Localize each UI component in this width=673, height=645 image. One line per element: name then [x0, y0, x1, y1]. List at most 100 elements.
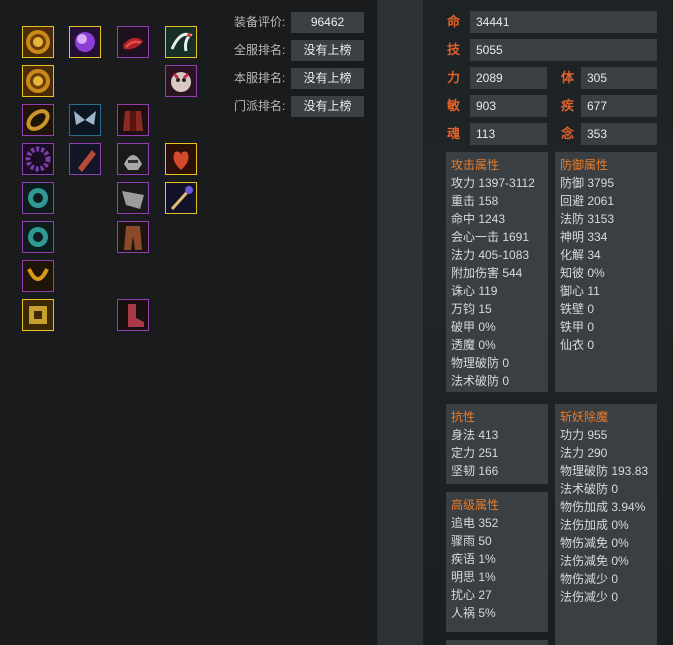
attack-attribute-row: 命中 1243 [451, 212, 506, 226]
attack-attribute-row: 会心一击 1691 [451, 230, 530, 244]
stat-value-str: 2089 [470, 67, 547, 89]
rank-value-sect: 没有上榜 [291, 96, 364, 117]
stat-value-soul: 113 [470, 123, 547, 145]
defense-attribute-row: 铁甲 0 [560, 320, 595, 334]
attributes-panel: 命 34441 技 5055 力 2089 体 305 敏 903 疾 677 … [423, 0, 673, 645]
jade-ring-icon[interactable] [22, 182, 54, 214]
attack-attribute-row: 重击 158 [451, 194, 499, 208]
rank-label-server-local: 本服排名: [234, 71, 286, 85]
attack-attribute-row: 诛心 119 [451, 284, 498, 298]
resist-attribute-row: 坚韧 166 [451, 464, 499, 478]
white-crane-icon[interactable] [165, 26, 197, 58]
stat-label-skill: 技 [447, 42, 461, 57]
stat-label-soul: 魂 [447, 126, 461, 141]
defense-attributes-box: 防御属性 防御 3795 回避 2061 法防 3153 神明 334 化解 3… [555, 152, 657, 392]
red-amulet-icon[interactable] [165, 143, 197, 175]
equipment-panel: 装备评价: 96462 全服排名: 没有上榜 本服排名: 没有上榜 门派排名: … [0, 0, 377, 645]
demon-slaying-row: 物伤加成 3.94% [560, 500, 646, 514]
purple-bead-ring-icon[interactable] [22, 143, 54, 175]
attack-attribute-row: 附加伤害 544 [451, 266, 523, 280]
defense-attribute-row: 知彼 0% [560, 266, 605, 280]
stat-value-mind: 353 [581, 123, 657, 145]
rank-label-score: 装备评价: [234, 15, 286, 29]
defense-attribute-row: 防御 3795 [560, 176, 615, 190]
red-boots-icon[interactable] [117, 299, 149, 331]
demon-slaying-row: 法力 290 [560, 446, 608, 460]
advanced-attribute-row: 人祸 5% [451, 606, 496, 620]
demon-slaying-row: 法术破防 0 [560, 482, 619, 496]
attack-attribute-row: 法力 405-1083 [451, 248, 530, 262]
attack-attribute-row: 攻力 1397-3112 [451, 176, 535, 190]
defense-attribute-row: 御心 11 [560, 284, 600, 298]
rank-value-server-local: 没有上榜 [291, 68, 364, 89]
attack-attribute-row: 万钧 15 [451, 302, 492, 316]
brown-pants-icon[interactable] [117, 221, 149, 253]
resist-attribute-row: 身法 413 [451, 428, 499, 442]
advanced-attribute-row: 骤雨 50 [451, 534, 492, 548]
silver-shoulder-icon[interactable] [117, 182, 149, 214]
demon-slaying-row: 法伤减少 0 [560, 590, 619, 604]
red-armor-icon[interactable] [117, 104, 149, 136]
gold-rune-icon[interactable] [22, 299, 54, 331]
demon-slaying-row: 物伤减少 0 [560, 572, 619, 586]
stat-value-skill: 5055 [470, 39, 657, 61]
red-scarf-icon[interactable] [117, 26, 149, 58]
panel-separator [379, 0, 423, 645]
attack-attribute-row: 透魔 0% [451, 338, 496, 352]
rank-value-server-all: 没有上榜 [291, 40, 364, 61]
attack-attributes-box: 攻击属性 攻力 1397-3112 重击 158 命中 1243 会心一击 16… [446, 152, 548, 392]
demon-slaying-title: 斩妖除魔 [560, 410, 609, 424]
attack-attributes-title: 攻击属性 [451, 158, 500, 172]
defense-attribute-row: 法防 3153 [560, 212, 615, 226]
stat-label-agi: 敏 [447, 98, 461, 113]
defense-attribute-row: 化解 34 [560, 248, 601, 262]
next-attributes-box [446, 640, 548, 645]
advanced-attributes-title: 高级属性 [451, 498, 500, 512]
stat-label-mind: 念 [561, 126, 575, 141]
fox-pet-icon[interactable] [165, 65, 197, 97]
rank-value-score: 96462 [291, 12, 364, 33]
advanced-attribute-row: 疾语 1% [451, 552, 496, 566]
stat-value-spd: 677 [581, 95, 657, 117]
stat-label-hp: 命 [447, 14, 461, 29]
defense-attributes-title: 防御属性 [560, 158, 609, 172]
demon-slaying-row: 法伤加成 0% [560, 518, 629, 532]
gold-belt-icon[interactable] [22, 104, 54, 136]
stat-label-str: 力 [447, 70, 461, 85]
defense-attribute-row: 仙衣 0 [560, 338, 595, 352]
advanced-attribute-row: 扰心 27 [451, 588, 492, 602]
coin-emblem-icon[interactable] [22, 65, 54, 97]
stat-label-spd: 疾 [561, 98, 575, 113]
advanced-attribute-row: 追电 352 [451, 516, 499, 530]
defense-attribute-row: 神明 334 [560, 230, 608, 244]
purple-orb-icon[interactable] [69, 26, 101, 58]
resist-attribute-row: 定力 251 [451, 446, 499, 460]
stat-value-agi: 903 [470, 95, 547, 117]
advanced-attributes-box: 高级属性 追电 352 骤雨 50 疾语 1% 明思 1% 扰心 27 人祸 5… [446, 492, 548, 632]
jade-ring-icon[interactable] [22, 221, 54, 253]
defense-attribute-row: 铁壁 0 [560, 302, 595, 316]
coin-emblem-icon[interactable] [22, 26, 54, 58]
attack-attribute-row: 破甲 0% [451, 320, 496, 334]
silver-helmet-icon[interactable] [117, 143, 149, 175]
stat-value-con: 305 [581, 67, 657, 89]
demon-slaying-box: 斩妖除魔 功力 955 法力 290 物理破防 193.83 法术破防 0 物伤… [555, 404, 657, 645]
attack-attribute-row: 法术破防 0 [451, 374, 510, 388]
butterfly-wings-icon[interactable] [69, 104, 101, 136]
gold-staff-icon[interactable] [165, 182, 197, 214]
attack-attribute-row: 物理破防 0 [451, 356, 510, 370]
demon-slaying-row: 物理破防 193.83 [560, 464, 649, 478]
demon-slaying-row: 法伤减免 0% [560, 554, 629, 568]
rank-label-sect: 门派排名: [234, 99, 286, 113]
rank-label-server-all: 全服排名: [234, 43, 286, 57]
defense-attribute-row: 回避 2061 [560, 194, 615, 208]
demon-slaying-row: 功力 955 [560, 428, 608, 442]
resist-attributes-box: 抗性 身法 413 定力 251 坚韧 166 [446, 404, 548, 484]
stat-label-con: 体 [561, 70, 575, 85]
stat-value-hp: 34441 [470, 11, 657, 33]
gold-necklace-icon[interactable] [22, 260, 54, 292]
demon-slaying-row: 物伤减免 0% [560, 536, 629, 550]
advanced-attribute-row: 明思 1% [451, 570, 496, 584]
resist-attributes-title: 抗性 [451, 410, 476, 424]
red-bracer-icon[interactable] [69, 143, 101, 175]
